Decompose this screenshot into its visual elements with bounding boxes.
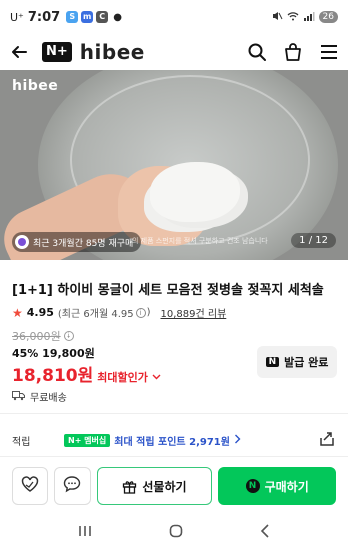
brand-logo[interactable]: hibee bbox=[80, 40, 145, 64]
product-image-gallery[interactable]: hibee 최근 3개월간 85명 재구매 …의 제품 스펀지를 적셔 구분하고… bbox=[0, 70, 348, 260]
system-navigation-bar bbox=[0, 515, 348, 550]
system-back-icon[interactable] bbox=[260, 523, 270, 542]
coupon-label: 발급 완료 bbox=[284, 356, 329, 369]
max-discount-label: 최대할인가 bbox=[97, 371, 148, 384]
repurchase-notice: 최근 3개월간 85명 재구매 bbox=[12, 232, 142, 252]
app-notification-icon: S bbox=[66, 11, 79, 23]
image-watermark-logo: hibee bbox=[12, 78, 59, 94]
recent-apps-icon[interactable] bbox=[78, 525, 92, 541]
review-count-link[interactable]: 10,889건 리뷰 bbox=[161, 305, 227, 320]
coupon-issued-button[interactable]: N 발급 완료 bbox=[257, 346, 337, 378]
points-row[interactable]: 적립 N+ 멤버십 최대 적립 포인트 2,971원 bbox=[12, 430, 336, 451]
gift-button-label: 선물하기 bbox=[142, 479, 187, 494]
truck-icon bbox=[12, 390, 25, 404]
buyer-avatar-icon bbox=[15, 235, 29, 249]
gift-button[interactable]: 선물하기 bbox=[96, 467, 213, 505]
top-app-bar: N+ hibee bbox=[0, 34, 348, 70]
heart-icon bbox=[21, 476, 39, 496]
shipping-row: 무료배송 bbox=[12, 389, 67, 404]
bottom-action-bar: 선물하기 N 구매하기 bbox=[12, 467, 336, 505]
back-arrow-icon[interactable] bbox=[8, 41, 30, 63]
buy-button-label: 구매하기 bbox=[264, 479, 309, 494]
wifi-icon bbox=[287, 10, 299, 25]
app-notification-icon: C bbox=[96, 11, 109, 23]
original-price: 36,000원 bbox=[12, 330, 61, 343]
image-caption: …의 제품 스펀지를 적셔 구분하고 건조 남습니다 bbox=[125, 237, 268, 245]
nplus-store-logo[interactable]: N+ bbox=[42, 42, 72, 62]
image-counter: 1 / 12 bbox=[291, 233, 336, 248]
rating-score: 4.95 bbox=[26, 306, 54, 319]
status-bar: U⁺ 7:07 S m C ● 26 bbox=[0, 0, 348, 34]
system-icons: 26 bbox=[271, 10, 338, 25]
chat-bubble-icon bbox=[63, 475, 81, 497]
header-actions bbox=[246, 41, 340, 63]
discount-price: 45% 19,800원 bbox=[12, 347, 95, 360]
section-divider bbox=[0, 456, 348, 457]
status-time: 7:07 bbox=[27, 9, 61, 25]
final-price: 18,810원 bbox=[12, 366, 94, 386]
signal-icon bbox=[303, 10, 315, 25]
battery-icon: 26 bbox=[318, 11, 338, 23]
repurchase-notice-text: 최근 3개월간 85명 재구매 bbox=[33, 238, 134, 249]
naver-n-icon: N bbox=[265, 357, 280, 367]
chevron-right-icon bbox=[234, 434, 241, 447]
section-divider bbox=[0, 413, 348, 414]
rating-detail-close: ) bbox=[146, 307, 151, 318]
menu-icon[interactable] bbox=[318, 41, 340, 63]
wishlist-button[interactable] bbox=[12, 467, 49, 505]
foam-shape bbox=[150, 162, 240, 222]
more-notifications-icon: ● bbox=[113, 11, 122, 23]
points-label: 적립 bbox=[12, 437, 31, 448]
nplus-membership-badge: N+ 멤버십 bbox=[64, 434, 111, 447]
shipping-text: 무료배송 bbox=[30, 393, 67, 404]
star-icon: ★ bbox=[12, 305, 23, 320]
rating-row: ★ 4.95 (최근 6개월 4.95 i) 10,889건 리뷰 bbox=[12, 305, 227, 321]
gift-icon bbox=[122, 479, 137, 494]
chat-button[interactable] bbox=[54, 467, 91, 505]
mute-icon bbox=[271, 10, 283, 25]
search-icon[interactable] bbox=[246, 41, 268, 63]
app-notification-icon: m bbox=[81, 11, 94, 23]
buy-button[interactable]: N 구매하기 bbox=[218, 467, 336, 505]
info-icon[interactable]: i bbox=[63, 331, 74, 341]
product-title: [1+1] 하이비 몽글이 세트 모음전 젖병솔 젖꼭지 세척솔 bbox=[12, 283, 324, 298]
chevron-down-icon[interactable] bbox=[152, 372, 161, 384]
original-price-row: 36,000원 i bbox=[12, 328, 74, 344]
naver-pay-icon: N bbox=[245, 479, 260, 493]
rating-detail: (최근 6개월 4.95 bbox=[57, 309, 134, 320]
shopping-bag-icon[interactable] bbox=[282, 41, 304, 63]
final-price-row[interactable]: 18,810원 최대할인가 bbox=[12, 361, 161, 386]
share-icon[interactable] bbox=[318, 430, 336, 451]
max-points-text: 최대 적립 포인트 2,971원 bbox=[114, 437, 230, 448]
home-icon[interactable] bbox=[169, 524, 183, 542]
info-icon[interactable]: i bbox=[135, 307, 146, 318]
carrier-label: U⁺ bbox=[10, 10, 24, 24]
